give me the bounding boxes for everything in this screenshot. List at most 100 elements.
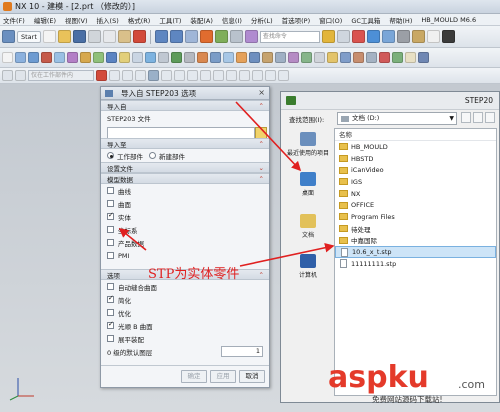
new-part-radio[interactable] — [149, 152, 156, 159]
zoom-icon[interactable] — [426, 30, 440, 43]
mirror-icon[interactable] — [158, 52, 169, 63]
list-item[interactable]: 中嘉国际 — [335, 235, 496, 247]
extrude-icon[interactable] — [15, 52, 26, 63]
auto-sew-checkbox[interactable] — [107, 283, 114, 290]
surfaces-checkbox[interactable] — [107, 200, 114, 207]
point-on-face-snap-icon[interactable] — [265, 70, 276, 81]
place-documents[interactable]: 文档 — [285, 214, 331, 239]
electrode-icon[interactable] — [392, 52, 403, 63]
open-folder-icon[interactable] — [57, 30, 71, 43]
hole-icon[interactable] — [41, 52, 52, 63]
product-data-checkbox[interactable] — [107, 239, 114, 246]
list-item[interactable]: IGS — [335, 176, 496, 188]
menu-icon[interactable] — [2, 70, 13, 81]
measure-icon[interactable] — [327, 52, 338, 63]
apply-button[interactable]: 应用 — [210, 370, 236, 383]
command-search-input[interactable]: 查找命令 — [259, 30, 320, 43]
section-view-icon[interactable] — [340, 52, 351, 63]
solids-checkbox[interactable] — [107, 211, 114, 220]
command-finder-icon[interactable] — [199, 30, 213, 43]
thicken-icon[interactable] — [223, 52, 234, 63]
open-dialog-titlebar[interactable]: STEP20 — [281, 92, 499, 110]
quadrant-snap-icon[interactable] — [226, 70, 237, 81]
import-dialog-titlebar[interactable]: 导入自 STEP203 选项 × — [101, 87, 269, 100]
collapse-icon[interactable]: ⌃ — [259, 271, 264, 279]
pattern-icon[interactable] — [145, 52, 156, 63]
optimize-checkbox[interactable] — [107, 309, 114, 316]
menu-hb-mould[interactable]: HB_MOULD M6.6 — [421, 16, 476, 24]
work-part-radio[interactable] — [107, 152, 114, 159]
new-file-icon[interactable] — [42, 30, 56, 43]
deselect-icon[interactable] — [122, 70, 133, 81]
drafting-icon[interactable] — [405, 52, 416, 63]
section-settings-file[interactable]: 设置文件 ⌄ — [101, 162, 269, 173]
collapse-icon[interactable]: ⌃ — [259, 140, 264, 148]
section-import-from[interactable]: 导入自 ⌃ — [101, 100, 269, 111]
display-mode-icon[interactable] — [396, 30, 410, 43]
bounded-grid-snap-icon[interactable] — [278, 70, 289, 81]
repeat-command-icon[interactable] — [184, 30, 198, 43]
menu-insert[interactable]: 插入(S) — [97, 15, 119, 25]
list-item[interactable]: Program Files — [335, 211, 496, 223]
up-folder-icon[interactable] — [473, 112, 483, 123]
collapse-icon[interactable]: ⌃ — [259, 102, 264, 110]
selection-scope-dropdown[interactable]: 仅在工作部件内 — [28, 70, 94, 81]
cut-icon[interactable] — [87, 30, 101, 43]
column-header-name[interactable]: 名称 — [335, 129, 496, 141]
intersection-snap-icon[interactable] — [200, 70, 211, 81]
synchronous-icon[interactable] — [366, 52, 377, 63]
place-recent[interactable]: 最近使用的项目 — [285, 132, 331, 157]
endpoint-snap-icon[interactable] — [161, 70, 172, 81]
cancel-button[interactable]: 取消 — [239, 370, 265, 383]
revolve-icon[interactable] — [28, 52, 39, 63]
pmi-checkbox[interactable] — [107, 252, 114, 259]
unite-icon[interactable] — [67, 52, 78, 63]
copy-icon[interactable] — [102, 30, 116, 43]
snap-point-icon[interactable] — [96, 70, 107, 81]
customize-icon[interactable] — [336, 30, 350, 43]
menu-help[interactable]: 帮助(H) — [389, 15, 412, 25]
ok-button[interactable]: 确定 — [181, 370, 207, 383]
list-item[interactable]: OFFICE — [335, 199, 496, 211]
menu-format[interactable]: 格式(R) — [128, 15, 151, 25]
smooth-b-surface-checkbox[interactable] — [107, 320, 114, 329]
filter-icon[interactable] — [135, 70, 146, 81]
section-import-to[interactable]: 导入至 ⌃ — [101, 138, 269, 149]
csys-checkbox[interactable] — [107, 226, 114, 233]
list-item[interactable]: HBSTD — [335, 153, 496, 165]
menu-assembly[interactable]: 装配(A) — [190, 15, 213, 25]
offset-face-icon[interactable] — [210, 52, 221, 63]
trim-body-icon[interactable] — [171, 52, 182, 63]
role-icon[interactable] — [244, 30, 258, 43]
menu-gc-toolbox[interactable]: GC工具箱 — [351, 15, 380, 25]
menu-preferences[interactable]: 首选项(P) — [282, 15, 311, 25]
list-item[interactable]: HB_MOULD — [335, 141, 496, 153]
replace-face-icon[interactable] — [301, 52, 312, 63]
edge-blend-icon[interactable] — [106, 52, 117, 63]
shaded-icon[interactable] — [381, 30, 395, 43]
move-face-icon[interactable] — [288, 52, 299, 63]
subtract-icon[interactable] — [80, 52, 91, 63]
mould-wizard-icon[interactable] — [379, 52, 390, 63]
point-icon[interactable] — [275, 52, 286, 63]
sketch-icon[interactable] — [2, 52, 13, 63]
chamfer-icon[interactable] — [119, 52, 130, 63]
curves-checkbox[interactable] — [107, 187, 114, 194]
list-item-selected[interactable]: 10.6_x_t.stp — [335, 246, 496, 258]
background-icon[interactable] — [411, 30, 425, 43]
datum-axis-icon[interactable] — [249, 52, 260, 63]
default-layer-input[interactable]: 1 — [221, 346, 263, 357]
menu-view[interactable]: 视图(V) — [65, 15, 88, 25]
boss-icon[interactable] — [54, 52, 65, 63]
material-icon[interactable] — [353, 52, 364, 63]
layer-settings-icon[interactable] — [214, 30, 228, 43]
intersect-icon[interactable] — [93, 52, 104, 63]
expand-icon[interactable]: ⌄ — [259, 164, 264, 172]
midpoint-snap-icon[interactable] — [174, 70, 185, 81]
window-icon[interactable] — [229, 30, 243, 43]
list-item[interactable]: 待处理 — [335, 223, 496, 235]
draft-icon[interactable] — [197, 52, 208, 63]
start-button[interactable]: Start — [17, 30, 41, 43]
edge-display-icon[interactable] — [441, 30, 455, 43]
menu-tools[interactable]: 工具(T) — [159, 15, 181, 25]
